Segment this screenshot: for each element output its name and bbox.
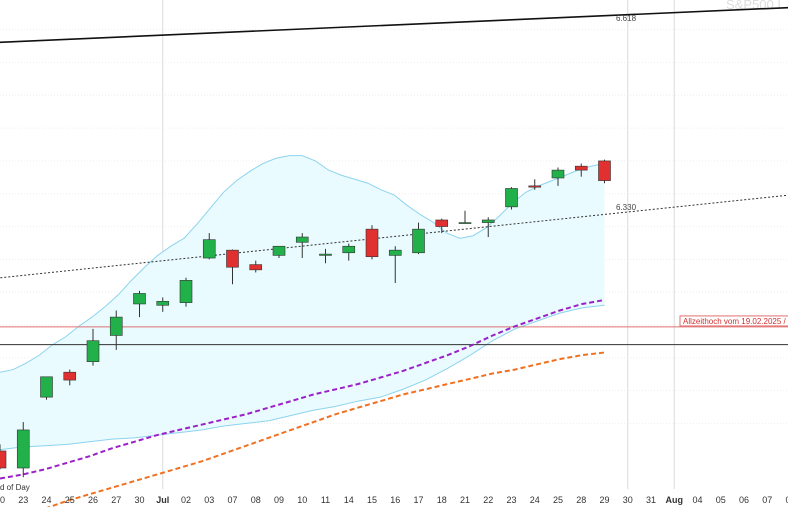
- x-tick-label: 21: [460, 495, 470, 505]
- x-tick-label: 23: [18, 495, 28, 505]
- price-label: 6.330: [616, 203, 637, 212]
- candle-body: [63, 371, 77, 381]
- candle-body: [528, 185, 542, 188]
- candle-body: [551, 169, 565, 179]
- x-tick-label: 02: [181, 495, 191, 505]
- x-tick-label: 23: [506, 495, 516, 505]
- candle-body: [86, 340, 100, 363]
- x-tick-label: 15: [367, 495, 377, 505]
- x-tick-label: 05: [716, 495, 726, 505]
- x-tick-label: Jul: [156, 495, 169, 505]
- x-tick-label: 25: [65, 495, 75, 505]
- x-tick-label: 22: [483, 495, 493, 505]
- x-tick-label: 31: [646, 495, 656, 505]
- candle-body: [202, 239, 216, 259]
- x-tick-label: 03: [204, 495, 214, 505]
- x-tick-label: 10: [297, 495, 307, 505]
- candle-body: [574, 165, 588, 171]
- candle-body: [481, 219, 495, 223]
- candle-body: [40, 376, 53, 398]
- x-tick-label: 27: [111, 495, 121, 505]
- x-tick-label: 18: [437, 495, 447, 505]
- candle-body: [319, 253, 332, 256]
- candle-body: [249, 264, 263, 271]
- candle-body: [133, 293, 146, 305]
- x-tick-label: 25: [553, 495, 563, 505]
- candle-body: [16, 429, 30, 469]
- x-tick-label: 29: [599, 495, 609, 505]
- candle-body: [109, 316, 123, 336]
- candle-body: [412, 228, 425, 254]
- candle-body: [272, 245, 286, 256]
- x-tick-label: Aug: [666, 495, 684, 505]
- x-tick-label: 24: [530, 495, 540, 505]
- horizontal-line-label: Allzeithoch vom 19.02.2025 /: [683, 317, 787, 326]
- candle-body: [435, 219, 449, 227]
- x-tick-label: 30: [134, 495, 144, 505]
- candle-body: [295, 236, 309, 243]
- candle-body: [179, 280, 193, 303]
- x-tick-label: 07: [762, 495, 772, 505]
- x-tick-label: 17: [413, 495, 423, 505]
- x-tick-label: 09: [274, 495, 284, 505]
- candle-body: [505, 188, 518, 208]
- x-tick-label: 14: [344, 495, 354, 505]
- x-tick-label: 28: [576, 495, 586, 505]
- x-tick-label: 24: [41, 495, 51, 505]
- x-tick-label: 30: [623, 495, 633, 505]
- x-tick-label: 04: [692, 495, 702, 505]
- x-tick-label: 11: [321, 495, 330, 505]
- x-tick-label: 26: [88, 495, 98, 505]
- candlestick-chart-svg: S&P500 IAllzeithoch vom 19.02.2025 /6.61…: [0, 0, 788, 507]
- candle-body: [365, 228, 379, 258]
- x-tick-label: 06: [739, 495, 749, 505]
- x-tick-label: 07: [227, 495, 237, 505]
- candle-body: [342, 245, 356, 254]
- candle-body: [0, 450, 7, 469]
- x-tick-label: 08: [251, 495, 261, 505]
- candle-body: [226, 249, 239, 268]
- footnote-text: d of Day: [0, 483, 30, 492]
- candle-body: [156, 301, 170, 306]
- price-label: 6.618: [616, 14, 637, 23]
- x-tick-label: 16: [390, 495, 400, 505]
- candle-body: [458, 222, 472, 224]
- candle-body: [388, 249, 402, 256]
- x-tick-label: 20: [0, 495, 5, 505]
- trendline-0: [0, 6, 788, 44]
- candle-body: [598, 160, 611, 181]
- chart: S&P500 I Allzeithoch vom 19.02.2025 /6.61…: [0, 0, 788, 507]
